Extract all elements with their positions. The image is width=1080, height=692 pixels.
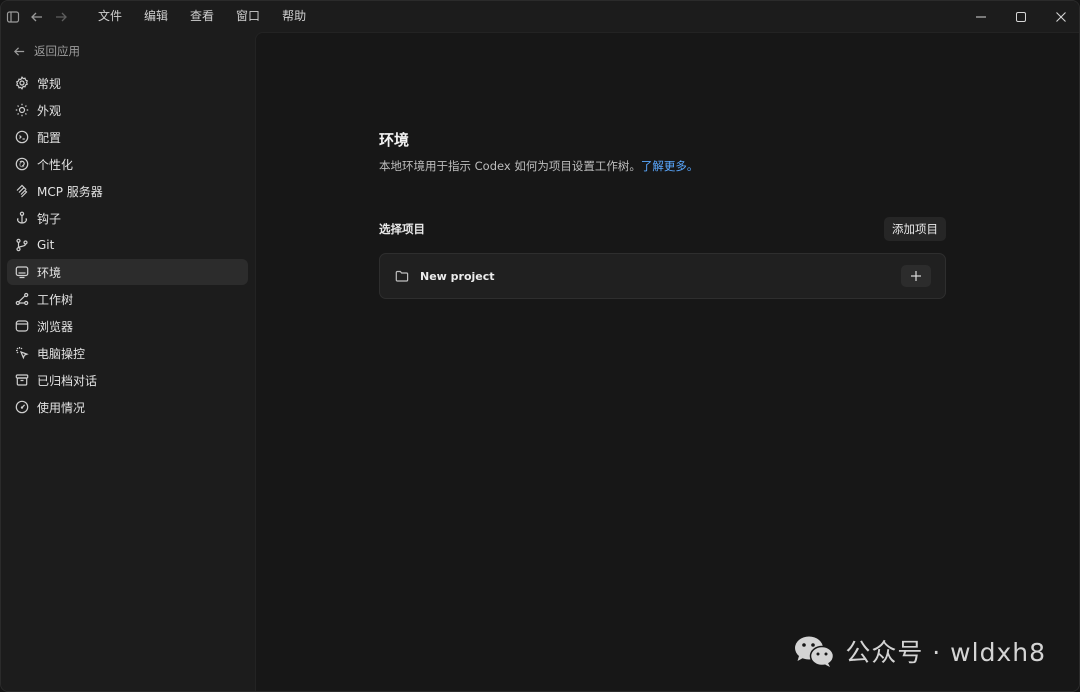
- page-description: 本地环境用于指示 Codex 如何为项目设置工作树。了解更多。: [379, 158, 946, 174]
- menu-file[interactable]: 文件: [87, 1, 133, 32]
- sidebar-item-label: 电脑操控: [37, 346, 86, 361]
- personalize-icon: [15, 157, 29, 171]
- sidebar-item-label: 个性化: [37, 157, 74, 172]
- settings-nav: 常规 外观 配置 个性化 MCP 服务器 钩子 Git 环境 工作树 浏览器 电…: [7, 70, 248, 421]
- sidebar-item-label: 常规: [37, 76, 62, 91]
- back-arrow-icon[interactable]: [25, 5, 49, 29]
- sidebar-item-general[interactable]: 常规: [7, 70, 248, 96]
- wechat-logo-icon: [795, 636, 835, 667]
- title-bar: 文件 编辑 查看 窗口 帮助: [1, 1, 1079, 32]
- mcp-icon: [15, 184, 29, 198]
- forward-arrow-icon[interactable]: [49, 5, 73, 29]
- learn-more-link[interactable]: 了解更多。: [641, 159, 699, 173]
- settings-main-panel: 环境 本地环境用于指示 Codex 如何为项目设置工作树。了解更多。 选择项目 …: [255, 32, 1079, 691]
- select-project-header: 选择项目 添加项目: [379, 217, 946, 241]
- sidebar-item-label: 配置: [37, 130, 62, 145]
- back-to-app-link[interactable]: 返回应用: [13, 42, 80, 60]
- archive-icon: [15, 373, 29, 387]
- folder-icon: [395, 269, 409, 283]
- sidebar-item-computer-use[interactable]: 电脑操控: [7, 340, 248, 366]
- sidebar-item-config[interactable]: 配置: [7, 124, 248, 150]
- sidebar-item-label: 已归档对话: [37, 373, 98, 388]
- sidebar-toggle-icon[interactable]: [1, 5, 25, 29]
- add-project-button[interactable]: 添加项目: [884, 217, 946, 241]
- monitor-icon: [15, 265, 29, 279]
- gauge-icon: [15, 400, 29, 414]
- titlebar-left: 文件 编辑 查看 窗口 帮助: [1, 1, 317, 32]
- close-button[interactable]: [1041, 1, 1079, 32]
- maximize-button[interactable]: [1001, 1, 1041, 32]
- menu-window[interactable]: 窗口: [225, 1, 271, 32]
- sidebar-item-label: 钩子: [37, 211, 62, 226]
- menu-edit[interactable]: 编辑: [133, 1, 179, 32]
- git-branch-icon: [15, 238, 29, 252]
- section-title: 选择项目: [379, 222, 425, 236]
- minimize-button[interactable]: [961, 1, 1001, 32]
- sidebar-item-archived-chats[interactable]: 已归档对话: [7, 367, 248, 393]
- sidebar-item-hooks[interactable]: 钩子: [7, 205, 248, 231]
- sidebar-item-personalization[interactable]: 个性化: [7, 151, 248, 177]
- description-text: 本地环境用于指示 Codex 如何为项目设置工作树。: [379, 159, 641, 173]
- hook-icon: [15, 211, 29, 225]
- gear-icon: [15, 76, 29, 90]
- sidebar-item-label: Git: [37, 238, 55, 252]
- browser-icon: [15, 319, 29, 333]
- add-environment-button[interactable]: [901, 265, 931, 287]
- config-icon: [15, 130, 29, 144]
- page-title: 环境: [379, 131, 410, 149]
- menu-bar: 文件 编辑 查看 窗口 帮助: [87, 1, 317, 32]
- sidebar-item-label: 使用情况: [37, 400, 86, 415]
- settings-sidebar: 返回应用 常规 外观 配置 个性化 MCP 服务器 钩子 Git 环境 工作树 …: [1, 32, 255, 691]
- sidebar-item-git[interactable]: Git: [7, 232, 248, 258]
- app-window: 文件 编辑 查看 窗口 帮助 返回应用 常规 外观 配置 个性化 MCP 服务器…: [0, 0, 1080, 692]
- sidebar-item-mcp-servers[interactable]: MCP 服务器: [7, 178, 248, 204]
- sidebar-item-label: 外观: [37, 103, 62, 118]
- sun-icon: [15, 103, 29, 117]
- worktree-icon: [15, 292, 29, 306]
- watermark: 公众号 · wldxh8: [793, 631, 1046, 671]
- project-name: New project: [420, 269, 495, 283]
- arrow-left-icon: [14, 46, 25, 56]
- sidebar-item-label: 环境: [37, 265, 62, 280]
- sidebar-item-label: MCP 服务器: [37, 184, 103, 199]
- sidebar-item-worktree[interactable]: 工作树: [7, 286, 248, 312]
- watermark-text: 公众号 · wldxh8: [845, 638, 1046, 667]
- project-card[interactable]: New project: [379, 253, 946, 299]
- cursor-icon: [15, 346, 29, 360]
- window-controls: [961, 1, 1079, 32]
- menu-view[interactable]: 查看: [179, 1, 225, 32]
- environment-settings: 环境 本地环境用于指示 Codex 如何为项目设置工作树。了解更多。 选择项目 …: [379, 129, 946, 299]
- sidebar-item-appearance[interactable]: 外观: [7, 97, 248, 123]
- sidebar-item-label: 浏览器: [37, 319, 74, 334]
- sidebar-item-usage[interactable]: 使用情况: [7, 394, 248, 420]
- sidebar-item-label: 工作树: [37, 292, 74, 307]
- sidebar-item-browser[interactable]: 浏览器: [7, 313, 248, 339]
- back-to-app-label: 返回应用: [34, 44, 80, 58]
- menu-help[interactable]: 帮助: [271, 1, 317, 32]
- sidebar-item-environment[interactable]: 环境: [7, 259, 248, 285]
- plus-icon: [911, 271, 921, 281]
